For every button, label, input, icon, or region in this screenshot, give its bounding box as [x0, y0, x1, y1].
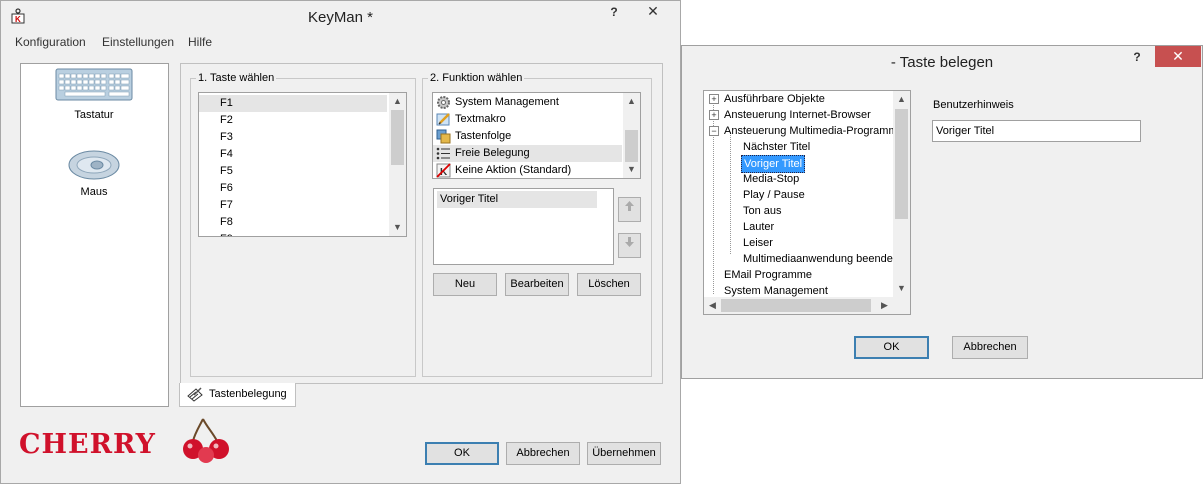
group-label: 2. Funktion wählen: [428, 72, 525, 84]
ok-button[interactable]: OK: [854, 336, 929, 359]
chevron-up-icon[interactable]: ▲: [389, 93, 406, 110]
function-tree[interactable]: + Ausführbare Objekte + Ansteuerung Inte…: [703, 90, 911, 315]
cherry-logo: CHERRY: [19, 418, 239, 469]
list-item[interactable]: System Management: [433, 94, 559, 111]
chevron-right-icon[interactable]: ▶: [876, 297, 893, 314]
chevron-left-icon[interactable]: ◀: [704, 297, 721, 314]
close-icon: ✕: [1172, 48, 1184, 64]
assign-key-dialog: - Taste belegen ? ✕ + Ausführbare Objekt…: [681, 45, 1203, 379]
keyboard-pencil-icon: [187, 387, 204, 405]
tab-label: Tastenbelegung: [209, 388, 287, 400]
list-item[interactable]: F2: [199, 112, 233, 129]
sidebar-item-maus[interactable]: Maus: [49, 148, 139, 204]
menu-bar: Konfiguration Einstellungen Hilfe: [1, 31, 680, 53]
new-button[interactable]: Neu: [433, 273, 497, 296]
list-item[interactable]: F4: [199, 146, 233, 163]
list-item[interactable]: Voriger Titel: [437, 191, 597, 208]
cherry-icon: [181, 417, 237, 468]
scroll-thumb[interactable]: [625, 130, 638, 162]
arrow-down-icon: [624, 237, 635, 251]
gear-icon: [436, 95, 451, 110]
sidebar-item-label: Tastatur: [74, 109, 114, 121]
chevron-up-icon[interactable]: ▲: [893, 91, 910, 108]
menu-konfiguration[interactable]: Konfiguration: [15, 35, 86, 49]
sidebar: Tastatur Maus: [20, 63, 169, 407]
window-title: KeyMan *: [307, 9, 374, 26]
key-list-scrollbar[interactable]: ▲ ▼: [389, 93, 406, 236]
tree-vscrollbar[interactable]: ▲ ▼: [893, 91, 910, 297]
sidebar-item-label: Maus: [80, 186, 108, 198]
help-button[interactable]: ?: [601, 5, 627, 23]
no-action-icon: K: [436, 163, 451, 178]
title-bar[interactable]: K KeyMan * ? ✕: [1, 1, 680, 31]
function-list-scrollbar[interactable]: ▲ ▼: [623, 93, 640, 178]
list-item[interactable]: Freie Belegung: [433, 145, 622, 162]
menu-hilfe[interactable]: Hilfe: [188, 35, 212, 49]
cancel-button[interactable]: Abbrechen: [506, 442, 580, 465]
key-list-rows: F1 F2 F3 F4 F5 F6 F7 F8 F9: [199, 93, 389, 236]
list-item[interactable]: Tastenfolge: [433, 128, 511, 145]
apply-button[interactable]: Übernehmen: [587, 442, 661, 465]
chevron-down-icon[interactable]: ▼: [623, 161, 640, 178]
chevron-up-icon[interactable]: ▲: [623, 93, 640, 110]
hint-label: Benutzerhinweis: [933, 99, 1014, 111]
keyboard-icon: [55, 68, 133, 105]
scroll-thumb[interactable]: [895, 109, 908, 219]
list-icon: [436, 146, 451, 161]
list-item[interactable]: F8: [199, 214, 233, 231]
tree-lines: [730, 132, 732, 254]
keyman-window: K KeyMan * ? ✕ Konfiguration Einstellung…: [0, 0, 681, 484]
tree-hscrollbar[interactable]: ◀ ▶: [704, 297, 910, 314]
close-button[interactable]: ✕: [1155, 46, 1201, 67]
hint-input[interactable]: Voriger Titel: [932, 120, 1141, 142]
hint-input-value: Voriger Titel: [936, 125, 995, 137]
collapse-icon[interactable]: −: [709, 126, 719, 136]
sidebar-item-tastatur[interactable]: Tastatur: [49, 68, 139, 124]
edit-button[interactable]: Bearbeiten: [505, 273, 569, 296]
move-up-button[interactable]: [618, 197, 641, 222]
scroll-thumb[interactable]: [391, 110, 404, 165]
list-item[interactable]: F1: [199, 95, 387, 112]
list-item[interactable]: F9: [199, 231, 233, 236]
dialog-title-bar[interactable]: - Taste belegen ? ✕: [682, 46, 1202, 76]
list-item[interactable]: Textmakro: [433, 111, 506, 128]
assignment-list[interactable]: Voriger Titel: [433, 188, 614, 265]
close-button[interactable]: ✕: [630, 1, 676, 22]
delete-button[interactable]: Löschen: [577, 273, 641, 296]
mouse-icon: [67, 148, 121, 185]
list-item[interactable]: K Keine Aktion (Standard): [433, 162, 571, 178]
list-item[interactable]: F7: [199, 197, 233, 214]
close-icon: ✕: [647, 3, 659, 19]
group-label: 1. Taste wählen: [196, 72, 277, 84]
tab-tastenbelegung[interactable]: Tastenbelegung: [179, 383, 296, 407]
menu-einstellungen[interactable]: Einstellungen: [102, 35, 174, 49]
tree-body: + Ausführbare Objekte + Ansteuerung Inte…: [704, 91, 893, 297]
function-list[interactable]: System Management Textmakro Tastenfolge …: [432, 92, 641, 179]
list-item[interactable]: F5: [199, 163, 233, 180]
chevron-down-icon[interactable]: ▼: [389, 219, 406, 236]
ok-button[interactable]: OK: [425, 442, 499, 465]
list-item[interactable]: F3: [199, 129, 233, 146]
expand-icon[interactable]: +: [709, 110, 719, 120]
pencil-icon: [436, 112, 451, 127]
move-down-button[interactable]: [618, 233, 641, 258]
logo-text: CHERRY: [19, 429, 156, 460]
arrow-up-icon: [624, 201, 635, 215]
keys-icon: [436, 129, 451, 144]
expand-icon[interactable]: +: [709, 94, 719, 104]
key-list[interactable]: F1 F2 F3 F4 F5 F6 F7 F8 F9 ▲ ▼: [198, 92, 407, 237]
scroll-thumb[interactable]: [721, 299, 871, 312]
help-button[interactable]: ?: [1124, 50, 1150, 68]
cancel-button[interactable]: Abbrechen: [952, 336, 1028, 359]
chevron-down-icon[interactable]: ▼: [893, 280, 910, 297]
list-item[interactable]: F6: [199, 180, 233, 197]
